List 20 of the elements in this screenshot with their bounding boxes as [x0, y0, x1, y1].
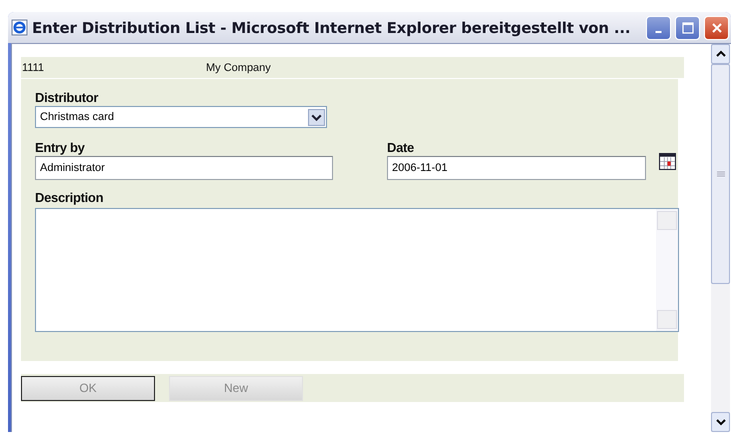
field-label: Description	[35, 189, 104, 206]
scrollbar-drawing[interactable]	[711, 44, 730, 432]
window-title: Enter Distribution List - Microsoft Internet Explorer bereitgestellt von ...	[32, 18, 632, 36]
field-label: Entry by	[35, 139, 86, 156]
calendar-icon[interactable]	[659, 153, 676, 170]
minimize-icon	[655, 30, 662, 32]
date-field[interactable]: 2006-11-01	[387, 156, 646, 180]
company-name: My Company	[206, 62, 271, 74]
close-button[interactable]	[704, 16, 729, 40]
field-label: Date	[387, 139, 415, 156]
entry-by-field[interactable]: Administrator	[35, 156, 333, 180]
description-field[interactable]	[35, 208, 679, 332]
browser-icon	[11, 19, 28, 36]
minimize-button[interactable]	[646, 16, 671, 40]
account-number: 1111	[21, 62, 46, 74]
maximize-icon	[682, 22, 694, 34]
maximize-button[interactable]	[675, 16, 700, 40]
field-label: Distributor	[35, 89, 100, 106]
distributor-dropdown[interactable]: Christmas card	[35, 106, 327, 128]
close-icon	[710, 22, 722, 34]
